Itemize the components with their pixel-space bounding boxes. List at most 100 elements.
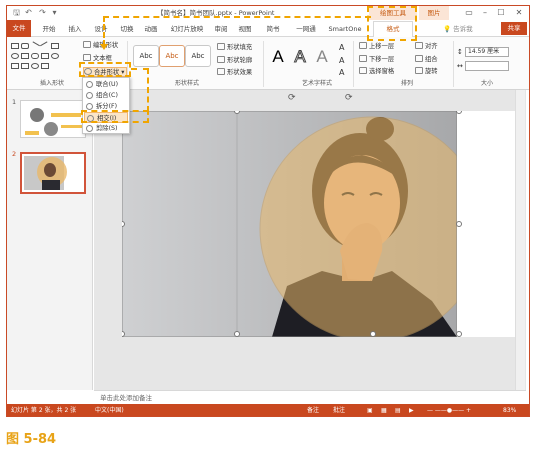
- rotate-button[interactable]: 旋转: [415, 67, 438, 77]
- tab-file[interactable]: 文件: [7, 20, 31, 37]
- tab-insert[interactable]: 插入: [65, 22, 85, 36]
- slide-thumbnail-1[interactable]: [20, 100, 86, 138]
- line-shape-icon[interactable]: [30, 41, 40, 51]
- text-box-icon: [83, 54, 91, 61]
- heart-shape-icon[interactable]: [31, 63, 39, 69]
- width-input[interactable]: [465, 61, 509, 71]
- reading-view-icon[interactable]: ▤: [395, 404, 401, 416]
- slide-number-2: 2: [12, 150, 17, 158]
- guide-line-top: [103, 16, 371, 18]
- group-label-arrange: 排列: [400, 80, 413, 87]
- slide-number-1: 1: [12, 98, 17, 106]
- vertical-scrollbar[interactable]: [515, 90, 525, 390]
- close-icon[interactable]: ✕: [511, 6, 527, 20]
- group-label-insert-shapes: 插入形状: [39, 80, 64, 87]
- shape-style-2[interactable]: Abc: [159, 45, 185, 67]
- tab-transitions[interactable]: 切换: [117, 22, 137, 36]
- tab-slideshow[interactable]: 幻灯片放映: [167, 22, 207, 36]
- redo-icon[interactable]: ↷: [37, 7, 48, 18]
- tab-animations[interactable]: 动画: [141, 22, 161, 36]
- line2-shape-icon[interactable]: [40, 41, 50, 51]
- resize-handle[interactable]: [456, 331, 462, 337]
- align-button[interactable]: 对齐: [415, 42, 438, 52]
- rounded-rect-shape-icon[interactable]: [21, 43, 29, 49]
- star-shape-icon[interactable]: [11, 63, 19, 69]
- brace-shape-icon[interactable]: [21, 63, 29, 69]
- selection-pane-button[interactable]: 选择窗格: [359, 67, 394, 77]
- zoom-level[interactable]: 83%: [503, 404, 516, 416]
- ribbon-display-icon[interactable]: ▭: [461, 6, 477, 20]
- height-input[interactable]: 14.59 厘米: [465, 47, 509, 57]
- slideshow-view-icon[interactable]: ▶: [409, 404, 414, 416]
- sorter-view-icon[interactable]: ▦: [381, 404, 387, 416]
- wordart-style-2[interactable]: A: [293, 47, 307, 67]
- send-backward-button[interactable]: 下移一层: [359, 55, 394, 65]
- bring-forward-button[interactable]: 上移一层: [359, 42, 394, 52]
- group-divider: [453, 41, 454, 87]
- wordart-style-3[interactable]: A: [315, 47, 329, 67]
- menu-item-subtract[interactable]: 剪除(S): [84, 123, 128, 134]
- resize-handle[interactable]: [456, 111, 462, 114]
- selection-pane-icon: [359, 67, 367, 74]
- tab-home[interactable]: 开始: [39, 22, 59, 36]
- share-button[interactable]: 共享: [501, 22, 527, 35]
- rotate-handle-icon[interactable]: ⟳: [345, 94, 354, 103]
- square-shape-icon[interactable]: [51, 43, 59, 49]
- resize-handle[interactable]: [370, 331, 376, 337]
- arrow-shape-icon[interactable]: [31, 53, 39, 59]
- wordart-style-1[interactable]: A: [271, 47, 285, 67]
- minimize-icon[interactable]: –: [477, 6, 493, 20]
- normal-view-icon[interactable]: ▣: [367, 404, 373, 416]
- text-effects-icon[interactable]: A: [339, 68, 344, 78]
- slide-thumbnail-2[interactable]: [20, 152, 86, 194]
- group-button[interactable]: 组合: [415, 55, 438, 65]
- combine-icon: [86, 92, 93, 99]
- shape-outline-button[interactable]: 形状轮廓: [217, 56, 252, 66]
- notes-pane[interactable]: 单击此处添加备注: [94, 390, 526, 404]
- shape-fill-label: 形状填充: [227, 44, 253, 51]
- notes-toggle[interactable]: 备注: [307, 404, 319, 416]
- triangle-shape-icon[interactable]: [21, 53, 29, 59]
- tab-view[interactable]: 视图: [235, 22, 255, 36]
- resize-handle[interactable]: [456, 221, 462, 227]
- pen-icon: [217, 56, 225, 63]
- shape-style-3[interactable]: Abc: [185, 45, 211, 67]
- tab-design[interactable]: 设计: [91, 22, 111, 36]
- callout-shape-icon[interactable]: [41, 53, 49, 59]
- slide-editor: ⟳ ⟳: [94, 90, 526, 390]
- powerpoint-window: 🖫 ↶ ↷ ▾ 【简书名】简书团队.pptx - PowerPoint 绘图工具…: [6, 5, 530, 417]
- text-fill-icon[interactable]: A: [339, 43, 344, 53]
- save-icon[interactable]: 🖫: [11, 7, 22, 18]
- shape-style-1[interactable]: Abc: [133, 45, 159, 67]
- menu-item-union[interactable]: 联合(U): [84, 79, 128, 90]
- rectangle-shape-icon[interactable]: [11, 43, 19, 49]
- menu-item-label: 拆分(F): [96, 103, 118, 110]
- undo-icon[interactable]: ↶: [23, 7, 34, 18]
- customize-quick-access-icon[interactable]: ▾: [49, 7, 60, 18]
- shape-effects-button[interactable]: 形状效果: [217, 68, 252, 78]
- resize-handle[interactable]: [234, 331, 240, 337]
- language-status[interactable]: 中文(中国): [95, 404, 124, 416]
- tab-review[interactable]: 审阅: [211, 22, 231, 36]
- tab-yiwangtong[interactable]: 一网通: [291, 22, 321, 36]
- shape-fill-button[interactable]: 形状填充: [217, 43, 252, 53]
- rotate-label: 旋转: [425, 68, 438, 75]
- rotate-icon: [415, 67, 423, 74]
- slide-canvas[interactable]: [122, 111, 518, 337]
- maximize-icon[interactable]: ☐: [493, 6, 509, 20]
- tab-smartone[interactable]: SmartOne: [325, 22, 365, 36]
- tab-addin[interactable]: 简书: [261, 22, 285, 36]
- more-shapes-icon[interactable]: [41, 63, 49, 69]
- text-outline-icon[interactable]: A: [339, 56, 344, 66]
- circle-shape-icon[interactable]: [51, 53, 59, 59]
- portrait-photo[interactable]: [122, 111, 457, 337]
- tell-me-search[interactable]: 💡 告诉我: [443, 22, 493, 36]
- oval-shape-icon[interactable]: [11, 53, 19, 59]
- menu-item-combine[interactable]: 组合(C): [84, 90, 128, 101]
- tell-me-label: 告诉我: [453, 25, 473, 33]
- highlight-merge-shapes: [79, 62, 131, 77]
- rotate-handle-icon[interactable]: ⟳: [288, 94, 297, 103]
- comments-toggle[interactable]: 批注: [333, 404, 345, 416]
- edit-shape-icon: [83, 41, 91, 48]
- zoom-slider[interactable]: — ——●—— +: [427, 404, 471, 416]
